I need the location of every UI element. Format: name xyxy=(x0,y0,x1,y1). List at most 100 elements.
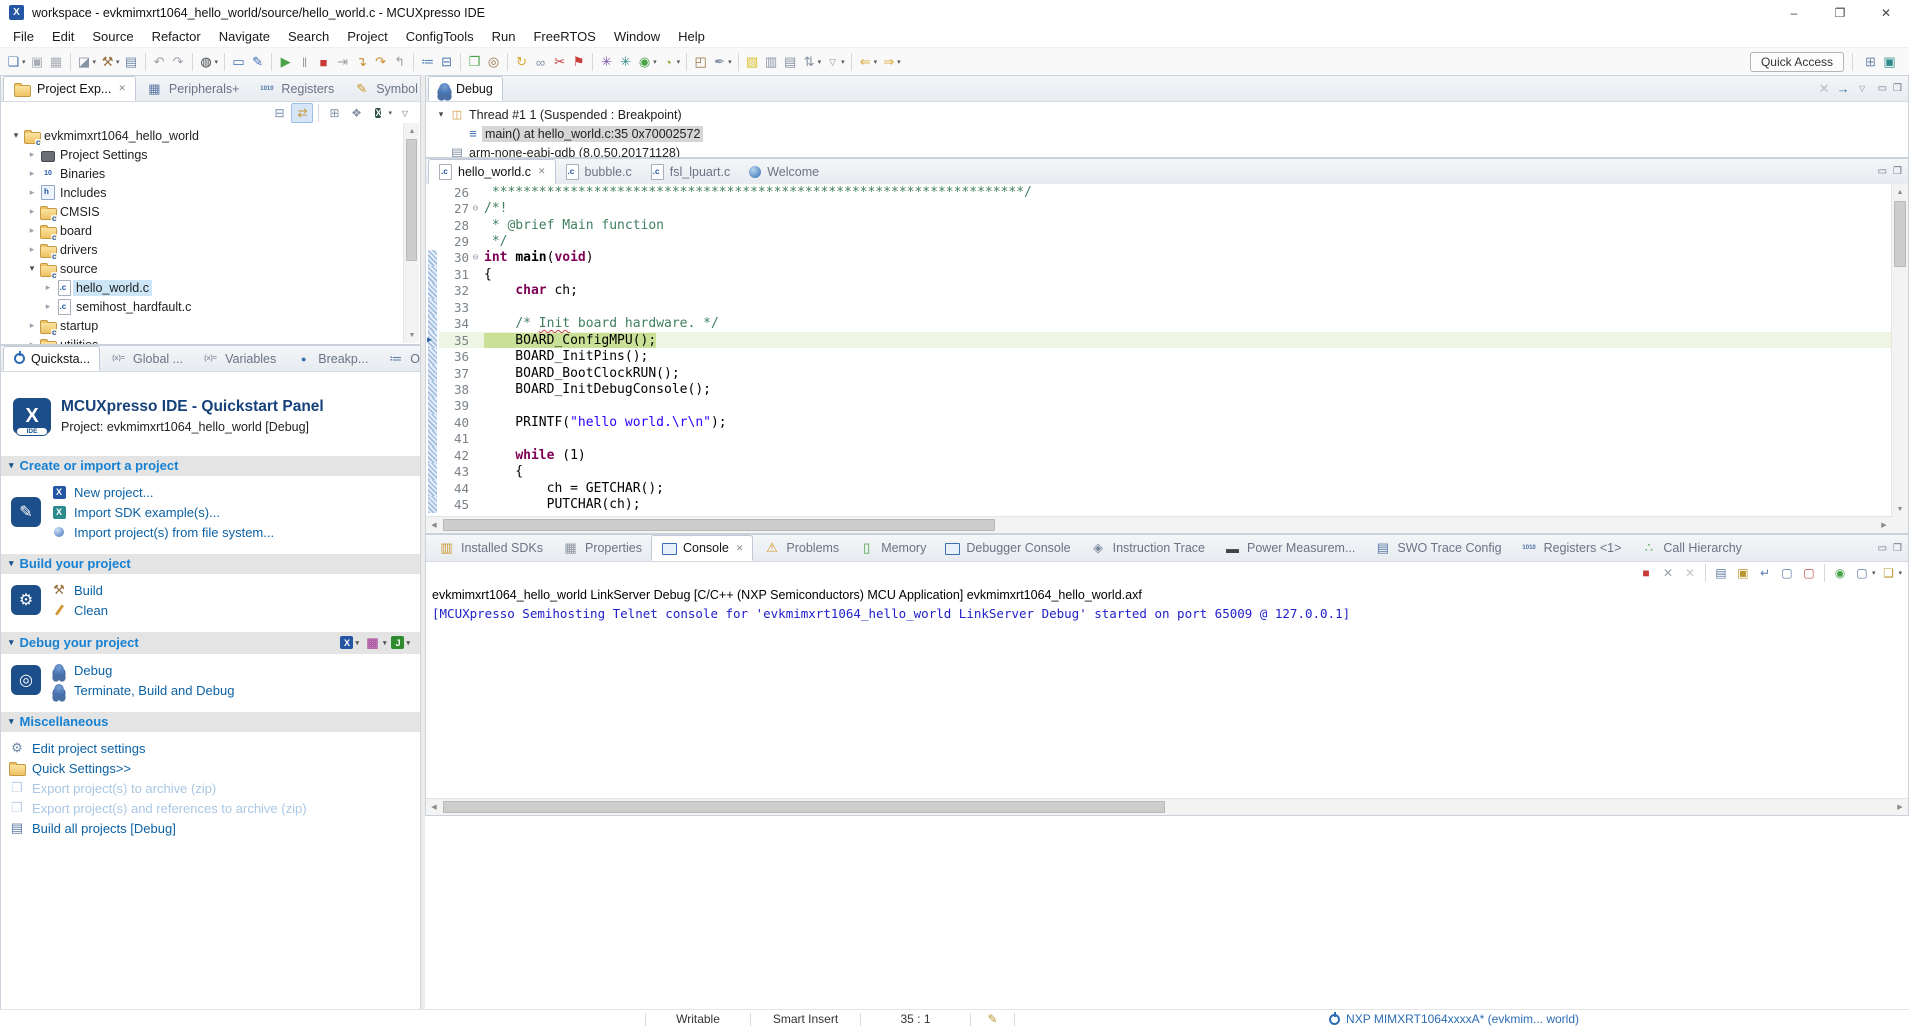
view-menu-icon[interactable]: ▽ xyxy=(395,104,415,122)
minimize-view-icon[interactable]: ▭ xyxy=(1878,543,1887,554)
code-line-28[interactable]: 28 * @brief Main function xyxy=(426,217,1892,233)
mark-occurrences-icon[interactable]: ▧ xyxy=(744,54,761,71)
tree-item-drivers[interactable]: ▸drivers xyxy=(1,240,420,259)
step-return-icon[interactable]: ↰ xyxy=(391,54,408,71)
code-line-38[interactable]: 38 BOARD_InitDebugConsole(); xyxy=(426,381,1892,397)
link-with-editor-icon[interactable]: ⇄ xyxy=(291,103,313,123)
resume-icon[interactable]: ▶ xyxy=(277,54,294,71)
scroll-up-icon[interactable]: ▲ xyxy=(1892,184,1908,200)
editor-hscrollbar[interactable]: ◀ ▶ xyxy=(426,516,1892,533)
build-binary-icon[interactable]: ▤ xyxy=(123,54,140,71)
save-icon[interactable]: ▣ xyxy=(29,54,46,71)
show-stdout-icon[interactable]: ▢ xyxy=(1777,564,1797,582)
menu-help[interactable]: Help xyxy=(669,27,714,46)
annotation-ruler[interactable] xyxy=(426,233,439,249)
tree-item-hello-world-c[interactable]: ▸hello_world.c xyxy=(1,278,420,297)
annotation-ruler[interactable] xyxy=(426,184,439,200)
scrollbar-thumb[interactable] xyxy=(443,519,995,531)
linkserver-probe-icon[interactable]: X xyxy=(340,636,353,649)
section-header[interactable]: ▾Miscellaneous xyxy=(1,712,420,732)
tree-item-source[interactable]: ▾source xyxy=(1,259,420,278)
annotation-ruler[interactable] xyxy=(426,480,439,496)
tree-item-main-at-hello-world-c-35-0x70002572[interactable]: ≡main() at hello_world.c:35 0x70002572 xyxy=(426,124,1908,143)
close-icon[interactable]: ✕ xyxy=(538,166,546,177)
minimize-view-icon[interactable]: ▭ xyxy=(1878,83,1887,94)
menu-navigate[interactable]: Navigate xyxy=(210,27,279,46)
code-line-33[interactable]: 33 xyxy=(426,299,1892,315)
suspend-icon[interactable]: ‖ xyxy=(296,54,313,71)
terminate-icon[interactable]: ■ xyxy=(315,54,332,71)
tab-power-measurem[interactable]: ▬Power Measurem... xyxy=(1214,535,1364,561)
tab-quicksta[interactable]: Quicksta... xyxy=(3,346,100,371)
remove-all-terminated-icon[interactable]: ✕ xyxy=(1816,80,1833,97)
code-line-43[interactable]: 43 { xyxy=(426,463,1892,479)
tab-memory[interactable]: ▯Memory xyxy=(848,535,935,561)
show-disassembly-icon[interactable]: ⊟ xyxy=(438,54,455,71)
annotation-ruler[interactable] xyxy=(426,431,439,447)
menu-edit[interactable]: Edit xyxy=(43,27,83,46)
redo-icon[interactable]: ↷ xyxy=(170,54,187,71)
forward-icon[interactable]: ⇒ xyxy=(880,54,897,71)
scroll-right-icon[interactable]: ▶ xyxy=(1892,799,1908,815)
tab-registers[interactable]: 1010Registers xyxy=(248,76,343,101)
remove-all-launches-icon[interactable]: ✕ xyxy=(1680,564,1700,582)
clear-console-icon[interactable]: ▤ xyxy=(1711,564,1731,582)
explorer-scrollbar[interactable]: ▲ ▼ xyxy=(403,123,419,343)
filters-icon[interactable]: ▽ xyxy=(824,54,841,71)
fold-marker-icon[interactable]: ⊖ xyxy=(469,203,482,214)
tab-swo-trace-config[interactable]: ▤SWO Trace Config xyxy=(1364,535,1510,561)
dropdown-caret-icon[interactable]: ▾ xyxy=(388,109,392,117)
scroll-up-icon[interactable]: ▲ xyxy=(404,123,420,139)
dropdown-caret-icon[interactable]: ▾ xyxy=(215,58,219,66)
refresh-view-icon[interactable]: ❖ xyxy=(346,104,366,122)
terminate-icon[interactable]: ■ xyxy=(1636,564,1656,582)
save-all-icon[interactable]: ▦ xyxy=(48,54,65,71)
code-line-40[interactable]: 40 PRINTF("hello world.\r\n"); xyxy=(426,414,1892,430)
code-line-37[interactable]: 37 BOARD_BootClockRUN(); xyxy=(426,365,1892,381)
dropdown-caret-icon[interactable]: ▾ xyxy=(1898,569,1902,577)
dropdown-caret-icon[interactable]: ▾ xyxy=(383,639,387,647)
tab-console[interactable]: Console✕ xyxy=(651,535,753,561)
undo-icon[interactable]: ↶ xyxy=(151,54,168,71)
tree-item-board[interactable]: ▸board xyxy=(1,221,420,240)
skip-all-breakpoints-icon[interactable]: ◪ xyxy=(76,54,93,71)
code-line-32[interactable]: 32 char ch; xyxy=(426,283,1892,299)
code-line-31[interactable]: 31{ xyxy=(426,266,1892,282)
pemicro-probe-icon[interactable]: ▦ xyxy=(364,634,381,651)
instruction-stepping-icon[interactable]: ≔ xyxy=(419,54,436,71)
scrollbar-thumb[interactable] xyxy=(1894,201,1906,267)
cut-icon[interactable]: ✂ xyxy=(551,54,568,71)
tree-item-includes[interactable]: ▸Includes xyxy=(1,183,420,202)
menu-refactor[interactable]: Refactor xyxy=(143,27,210,46)
tab-problems[interactable]: ⚠Problems xyxy=(753,535,848,561)
link-import-project-s-from-file-system[interactable]: Import project(s) from file system... xyxy=(51,522,274,542)
search-icon[interactable]: ◎ xyxy=(485,54,502,71)
section-header[interactable]: ▾Debug your projectX▾▦▾J▾ xyxy=(1,632,420,654)
sdk-package-icon[interactable]: ◰ xyxy=(692,54,709,71)
chevron-down-icon[interactable]: ▾ xyxy=(9,460,14,471)
scroll-right-icon[interactable]: ▶ xyxy=(1876,517,1892,533)
menu-freertos[interactable]: FreeRTOS xyxy=(524,27,604,46)
menu-run[interactable]: Run xyxy=(483,27,525,46)
config-tools-pins-icon[interactable]: ✳ xyxy=(598,54,615,71)
develop-perspective-icon[interactable]: ▣ xyxy=(1881,54,1898,71)
annotation-ruler[interactable] xyxy=(426,250,439,266)
remove-launch-icon[interactable]: ✕ xyxy=(1658,564,1678,582)
dropdown-caret-icon[interactable]: ▾ xyxy=(874,58,878,66)
annotation-ruler[interactable] xyxy=(426,414,439,430)
copy-icon[interactable]: ❐ xyxy=(466,54,483,71)
back-icon[interactable]: ⇐ xyxy=(857,54,874,71)
annotation-ruler[interactable] xyxy=(426,299,439,315)
new-terminal-icon[interactable]: ▭ xyxy=(230,54,247,71)
view-menu-icon[interactable]: ▽ xyxy=(1854,80,1871,97)
select-working-set-icon[interactable]: ⊞ xyxy=(324,104,344,122)
code-line-35[interactable]: ▶35 BOARD_ConfigMPU(); xyxy=(426,332,1892,348)
maximize-button[interactable]: ❐ xyxy=(1817,0,1863,25)
jlink-probe-icon[interactable]: J xyxy=(391,636,404,649)
annotation-ruler[interactable] xyxy=(426,200,439,216)
chevron-right-icon[interactable]: ▸ xyxy=(25,149,39,160)
tab-debug[interactable]: Debug xyxy=(428,76,503,101)
open-console-icon[interactable]: ❏ xyxy=(1878,564,1898,582)
link-quick-settings[interactable]: Quick Settings>> xyxy=(9,758,307,778)
code-line-29[interactable]: 29 */ xyxy=(426,233,1892,249)
